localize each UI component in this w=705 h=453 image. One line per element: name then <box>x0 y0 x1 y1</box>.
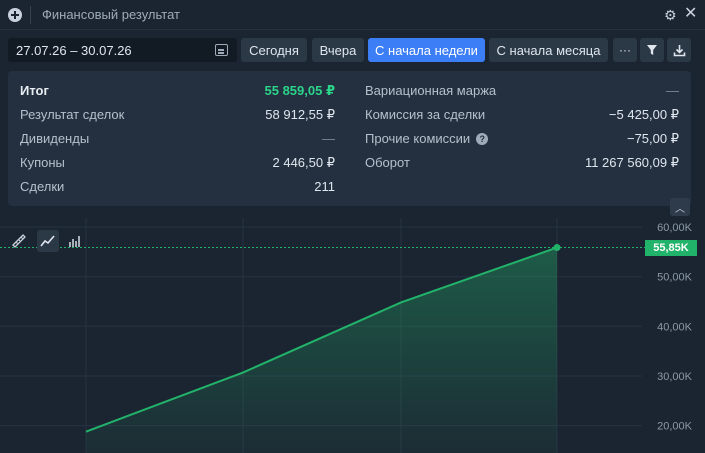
y-tick-label: 40,00K <box>657 321 693 333</box>
download-button[interactable] <box>667 38 691 62</box>
turnover-label: Оборот <box>365 155 410 170</box>
variation-margin-value: — <box>666 83 679 98</box>
add-widget-icon[interactable] <box>8 8 22 22</box>
week-to-date-button[interactable]: С начала недели <box>368 38 485 62</box>
trades-result-label: Результат сделок <box>20 107 125 122</box>
help-icon[interactable]: ? <box>476 133 489 145</box>
trade-commission-value: −5 425,00 ₽ <box>608 107 679 122</box>
collapse-summary-button[interactable]: ︿ <box>670 198 690 216</box>
dividends-label: Дивиденды <box>20 131 90 146</box>
title-separator <box>30 6 31 24</box>
calendar-icon[interactable] <box>215 44 228 56</box>
bar-chart-tool[interactable] <box>64 230 86 252</box>
line-chart-tool[interactable] <box>37 230 59 252</box>
pnl-chart[interactable]: 20,00K 30,00K 40,00K 50,00K 60,00K <box>0 218 705 453</box>
total-value: 55 859,05 ₽ <box>264 83 336 98</box>
today-button[interactable]: Сегодня <box>241 38 307 62</box>
other-fees-value: −75,00 ₽ <box>626 131 679 146</box>
yesterday-button[interactable]: Вчера <box>312 38 364 62</box>
y-tick-label: 20,00K <box>657 421 693 433</box>
data-point[interactable] <box>553 244 561 252</box>
ruler-icon <box>12 234 26 248</box>
trades-result-value: 58 912,55 ₽ <box>265 107 335 122</box>
trade-commission-label: Комиссия за сделки <box>365 107 486 122</box>
more-button[interactable]: ··· <box>613 38 637 62</box>
line-chart-icon <box>40 235 55 247</box>
title-bar: Финансовый результат ⚙ ✕ <box>0 0 705 30</box>
date-range-text: 27.07.26 – 30.07.26 <box>16 42 132 58</box>
trades-count-value: 211 <box>314 179 335 194</box>
y-tick-label: 50,00K <box>657 272 693 284</box>
dividends-value: — <box>322 131 335 146</box>
coupons-label: Купоны <box>20 155 65 170</box>
ruler-tool[interactable] <box>8 230 30 252</box>
current-value-tag: 55,85K <box>645 239 697 256</box>
coupons-value: 2 446,50 ₽ <box>272 155 336 170</box>
trades-count-label: Сделки <box>20 179 65 194</box>
download-icon <box>673 44 685 56</box>
y-tick-label: 30,00K <box>657 371 693 383</box>
gear-icon[interactable]: ⚙ <box>664 7 677 23</box>
close-icon[interactable]: ✕ <box>684 5 697 23</box>
bar-chart-icon <box>69 236 80 247</box>
filter-icon <box>647 45 657 55</box>
filter-button[interactable] <box>640 38 664 62</box>
more-icon: ··· <box>619 43 631 57</box>
total-label: Итог <box>20 83 49 98</box>
month-to-date-button[interactable]: С начала месяца <box>489 38 608 62</box>
pnl-chart-svg: 20,00K 30,00K 40,00K 50,00K 60,00K <box>0 218 693 453</box>
window-title: Финансовый результат <box>42 7 180 22</box>
other-fees-label-wrap: Прочие комиссии? <box>365 131 489 146</box>
y-tick-label: 60,00K <box>657 222 693 234</box>
chevron-up-icon: ︿ <box>675 203 685 215</box>
date-range-input[interactable]: 27.07.26 – 30.07.26 <box>8 38 237 62</box>
other-fees-label: Прочие комиссии <box>365 131 471 146</box>
variation-margin-label: Вариационная маржа <box>365 83 497 98</box>
turnover-value: 11 267 560,09 ₽ <box>584 155 679 170</box>
chart-area <box>86 247 557 453</box>
summary-panel: Итог 55 859,05 ₽ Результат сделок 58 912… <box>8 71 691 206</box>
